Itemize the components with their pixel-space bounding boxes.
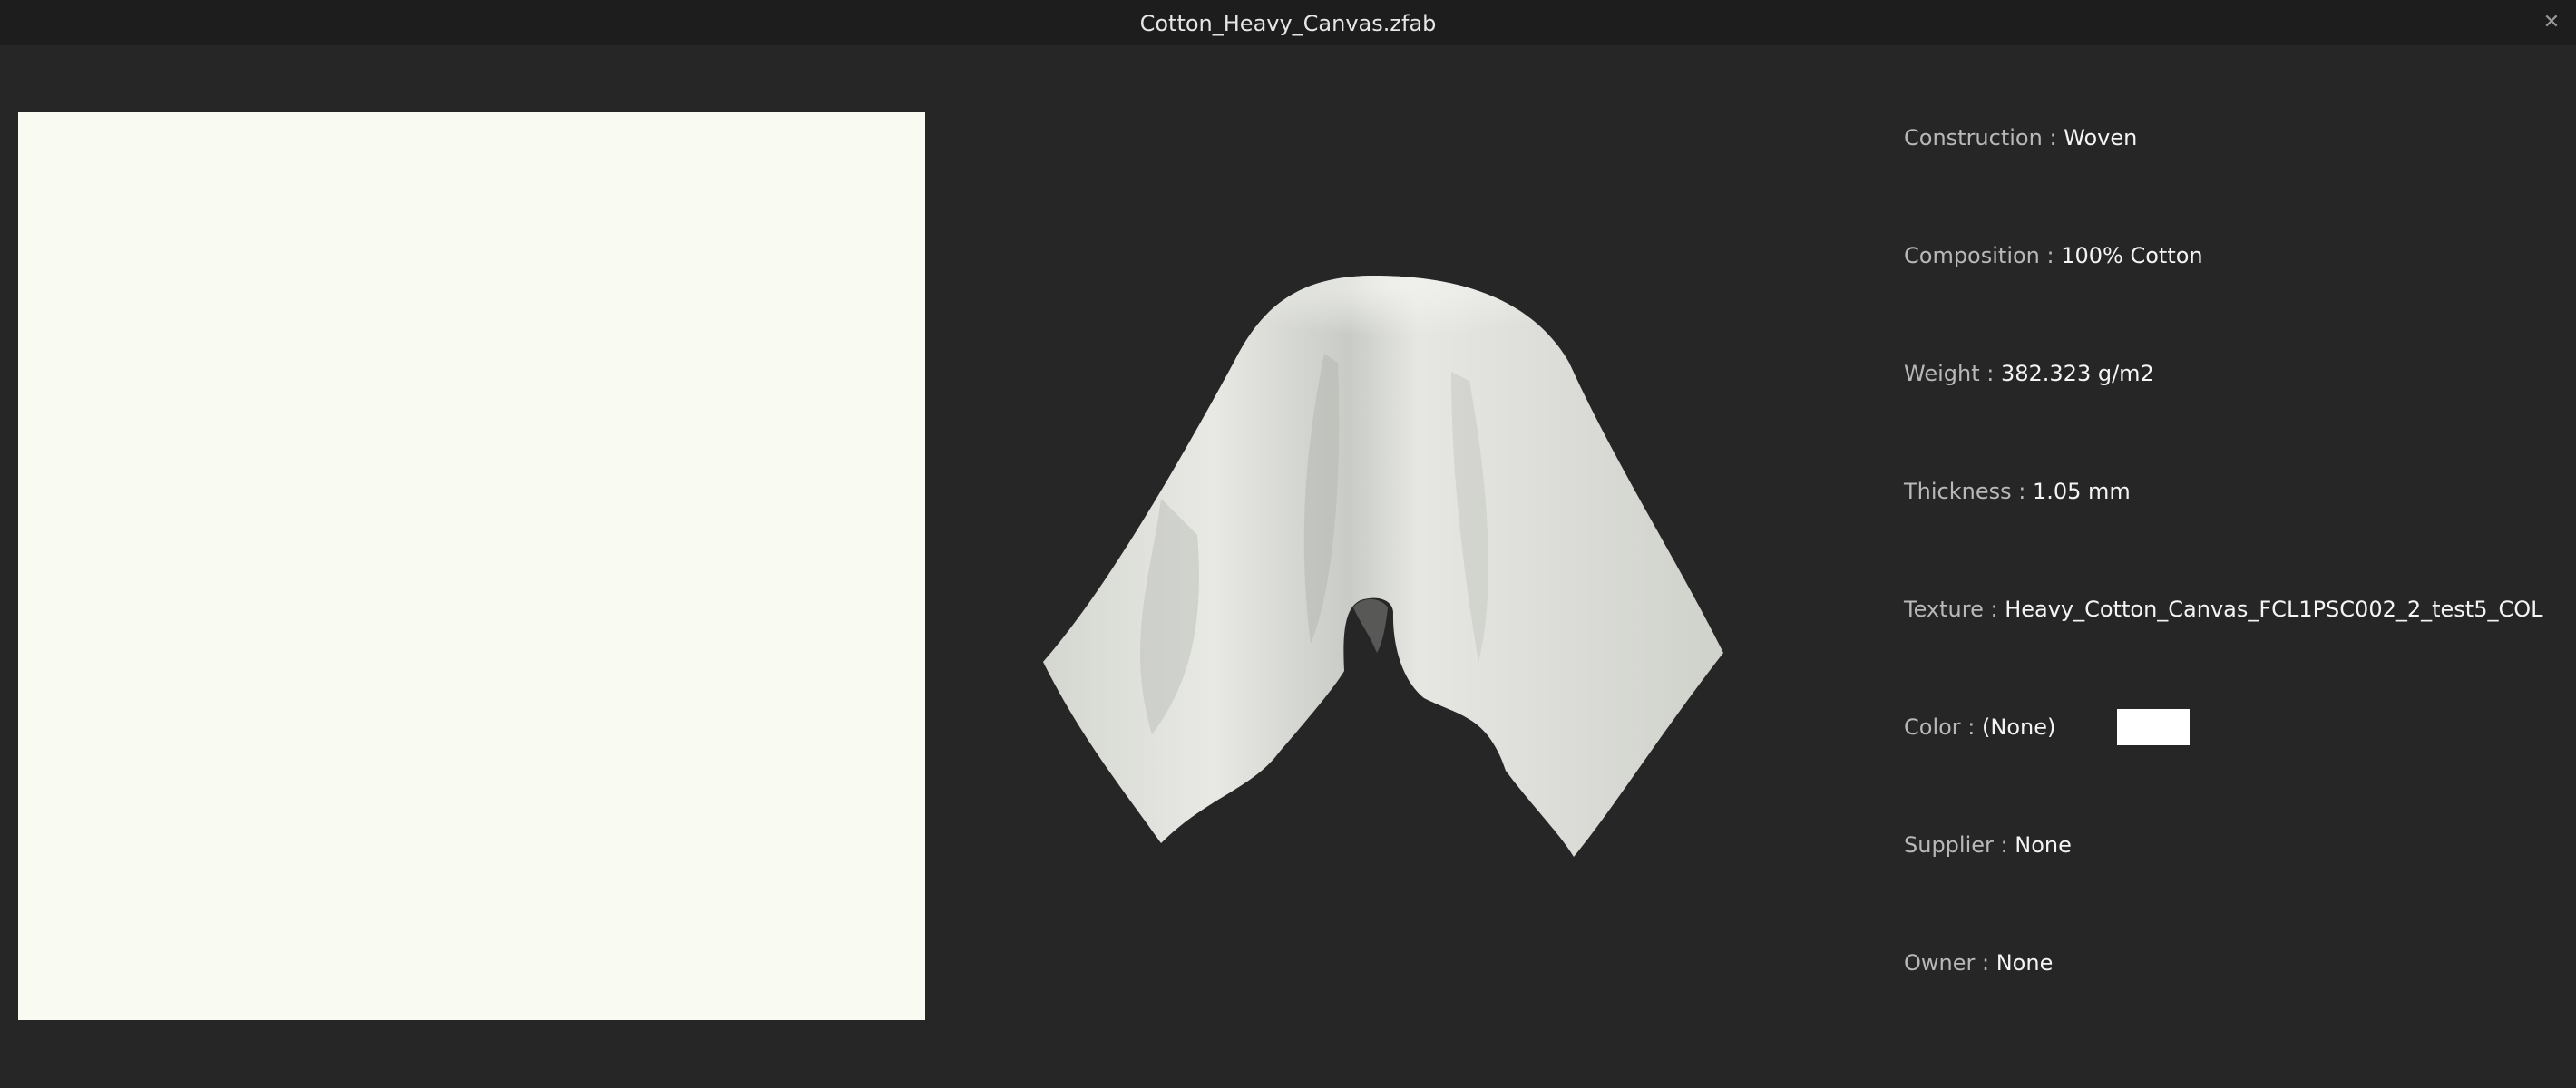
property-separator: : (2039, 243, 2062, 268)
property-composition: Composition : 100% Cotton (1904, 236, 2203, 276)
property-value: Heavy_Cotton_Canvas_FCL1PSC002_2_test5_C… (2005, 597, 2543, 622)
fabric-texture-swatch (18, 112, 925, 1020)
window-title: Cotton_Heavy_Canvas.zfab (1139, 11, 1437, 36)
property-weight: Weight : 382.323 g/m2 (1904, 354, 2154, 393)
fabric-cloth-shape (1043, 276, 1723, 857)
property-separator: : (1979, 361, 2001, 386)
fabric-drape-preview (1043, 276, 1723, 857)
property-value: 382.323 g/m2 (2000, 361, 2154, 386)
property-value: 100% Cotton (2061, 243, 2203, 268)
property-label: Composition (1904, 243, 2040, 268)
property-label: Weight (1904, 361, 1980, 386)
property-separator: : (1975, 950, 1996, 976)
property-label: Supplier (1904, 832, 1994, 858)
property-label: Owner (1904, 950, 1976, 976)
property-separator: : (2042, 125, 2064, 151)
property-color: Color : (None) (1904, 707, 2212, 747)
property-label: Construction (1904, 125, 2043, 151)
property-label: Texture (1904, 597, 1984, 622)
close-icon[interactable]: ✕ (2536, 7, 2567, 38)
property-owner: Owner : None (1904, 943, 2053, 983)
property-texture: Texture : Heavy_Cotton_Canvas_FCL1PSC002… (1904, 589, 2543, 629)
property-label: Color (1904, 714, 1961, 740)
property-separator: : (2011, 479, 2033, 504)
property-label: Thickness (1904, 479, 2012, 504)
property-supplier: Supplier : None (1904, 825, 2072, 865)
property-value: Woven (2064, 125, 2138, 151)
color-chip[interactable] (2117, 709, 2190, 745)
fabric-inner-opening (1353, 598, 1388, 653)
property-value: None (1995, 950, 2054, 976)
property-construction: Construction : Woven (1904, 118, 2137, 158)
property-value: None (2015, 832, 2072, 858)
title-bar: Cotton_Heavy_Canvas.zfab ✕ (0, 0, 2576, 45)
property-separator: : (1960, 714, 1983, 740)
fabric-info-window: Cotton_Heavy_Canvas.zfab ✕ Construction … (0, 0, 2576, 1088)
property-value: (None) (1982, 714, 2056, 740)
property-value: 1.05 mm (2032, 479, 2131, 504)
property-separator: : (1993, 832, 2015, 858)
property-thickness: Thickness : 1.05 mm (1904, 471, 2131, 511)
property-separator: : (1983, 597, 2005, 622)
